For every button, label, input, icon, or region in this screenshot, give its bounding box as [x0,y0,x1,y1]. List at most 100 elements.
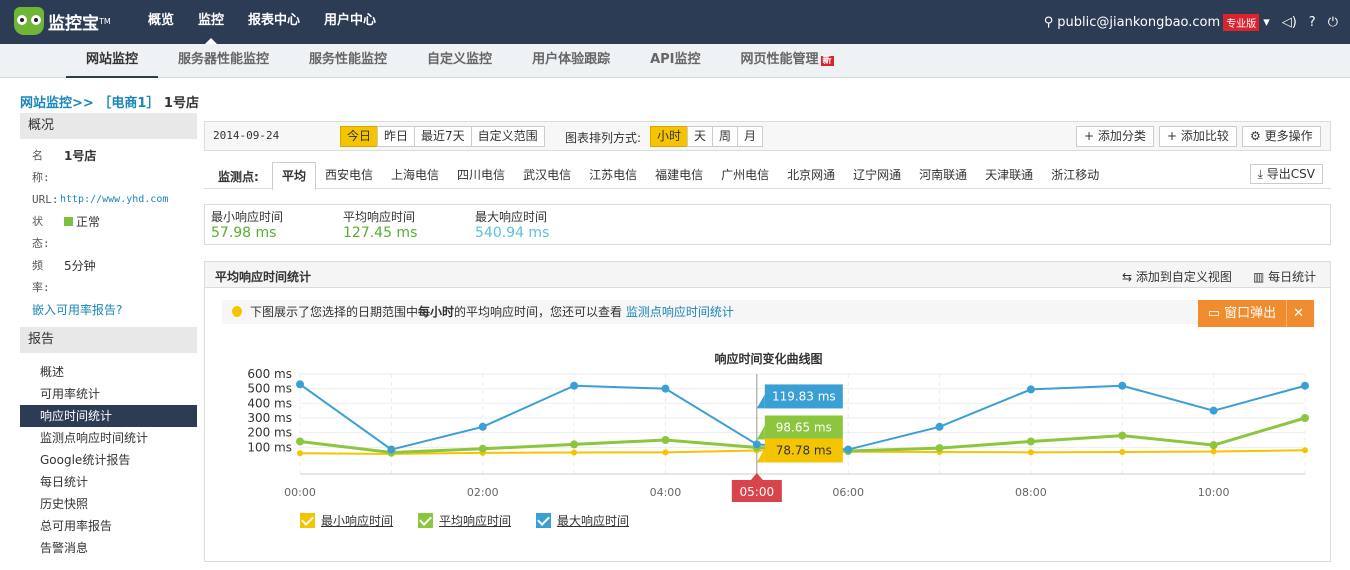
nav-overview[interactable]: 概览 [136,0,186,44]
nav-monitor[interactable]: 监控 [186,0,236,44]
probe-tab-3[interactable]: 四川电信 [448,162,514,191]
sound-icon[interactable]: ◁) [1282,15,1297,30]
probe-tab-6[interactable]: 福建电信 [646,162,712,191]
subnav-webperf-label: 网页性能管理 [740,52,819,67]
logo[interactable]: 监控宝 TM [14,6,111,36]
probe-tab-9[interactable]: 辽宁网通 [844,162,910,191]
sort-day[interactable]: 天 [687,126,714,147]
sort-week[interactable]: 周 [712,126,739,147]
more-actions-button[interactable]: ⚙ 更多操作 [1242,126,1321,147]
hover-tooltip: 98.65 ms [756,415,843,440]
freq-value: 5分钟 [64,259,96,273]
data-point[interactable] [1210,448,1217,455]
range-today[interactable]: 今日 [340,126,379,147]
data-point[interactable] [571,449,578,456]
range-custom[interactable]: 自定义范围 [470,126,545,147]
subnav-webperf[interactable]: 网页性能管理新 [721,44,854,78]
probe-tab-7[interactable]: 广州电信 [712,162,778,191]
menu-snapshot[interactable]: 历史快照 [20,493,197,515]
probe-tab-0[interactable]: 平均 [272,162,317,191]
status-value: 正常 [64,211,100,255]
data-point[interactable] [478,444,487,453]
subnav-website[interactable]: 网站监控 [66,44,159,78]
range-7days[interactable]: 最近7天 [414,126,472,147]
probe-tab-8[interactable]: 北京网通 [778,162,844,191]
data-point[interactable] [935,444,944,453]
data-point[interactable] [1209,406,1218,415]
menu-response-time[interactable]: 响应时间统计 [20,405,197,427]
menu-google[interactable]: Google统计报告 [20,449,197,471]
power-icon[interactable]: ⏻ [1328,15,1338,30]
freq-label: 频率: [32,259,50,294]
subnav-service[interactable]: 服务性能监控 [289,44,407,78]
menu-availability[interactable]: 可用率统计 [20,383,197,405]
subnav-api[interactable]: API监控 [630,44,720,78]
data-point[interactable] [1027,449,1034,456]
subnav-ux[interactable]: 用户体验跟踪 [512,44,630,78]
probe-tab-10[interactable]: 河南联通 [910,162,976,191]
sort-month[interactable]: 月 [737,126,764,147]
sort-buttons: 小时 天 周 月 [650,126,764,147]
data-point[interactable] [1302,447,1308,454]
data-point[interactable] [1119,449,1126,456]
data-point[interactable] [661,436,670,444]
legend-item-0[interactable]: 最小响应时间 [300,512,393,529]
add-category-button[interactable]: + 添加分类 [1076,126,1154,147]
nav-reports[interactable]: 报表中心 [236,0,312,44]
data-point[interactable] [752,440,761,449]
data-point[interactable] [935,422,944,431]
data-point[interactable] [570,381,579,390]
probe-tab-5[interactable]: 江苏电信 [580,162,646,191]
data-point[interactable] [296,380,304,389]
data-point[interactable] [1118,381,1127,390]
menu-daily[interactable]: 每日统计 [20,471,197,493]
range-yesterday[interactable]: 昨日 [377,126,416,147]
menu-summary[interactable]: 概述 [20,361,197,383]
date-display[interactable]: 2014-09-24 [213,129,279,142]
menu-alerts[interactable]: 告警消息 [20,537,197,559]
legend-item-2[interactable]: 最大响应时间 [536,512,629,529]
data-point[interactable] [478,422,487,431]
report-heading: 报告 [20,327,197,353]
data-point[interactable] [387,445,396,454]
data-point[interactable] [844,445,853,454]
breadcrumb-group[interactable]: ［电商1］ [98,96,159,111]
legend-item-1[interactable]: 平均响应时间 [418,512,511,529]
dropdown-icon[interactable]: ▾ [1263,15,1270,30]
data-point[interactable] [1209,441,1218,450]
user-email[interactable]: public@jiankongbao.com [1057,15,1220,30]
embed-report-link[interactable]: 嵌入可用率报告? [32,299,185,321]
menu-probe-response[interactable]: 监测点响应时间统计 [20,427,197,449]
subnav-server[interactable]: 服务器性能监控 [158,44,289,78]
data-point[interactable] [1026,385,1035,394]
export-csv-button[interactable]: ⤓ 导出CSV [1249,164,1323,184]
data-point[interactable] [661,384,670,393]
add-compare-label: 添加比较 [1180,129,1229,143]
data-point[interactable] [1301,414,1309,422]
sort-hour[interactable]: 小时 [650,126,689,147]
checkbox-icon[interactable] [300,513,315,528]
checkbox-icon[interactable] [418,513,433,528]
menu-total-availability[interactable]: 总可用率报告 [20,515,197,537]
response-time-chart[interactable]: 100 ms200 ms300 ms400 ms500 ms600 ms 00:0… [205,262,1330,532]
data-point[interactable] [662,449,669,456]
data-point[interactable] [297,450,303,457]
nav-user-center[interactable]: 用户中心 [312,0,388,44]
probe-tab-11[interactable]: 天津联通 [976,162,1042,191]
breadcrumb-root[interactable]: 网站监控>> [20,96,94,111]
probe-tab-2[interactable]: 上海电信 [382,162,448,191]
data-point[interactable] [1026,437,1035,446]
data-point[interactable] [570,440,579,449]
probe-tab-1[interactable]: 西安电信 [316,162,382,191]
site-url[interactable]: http://www.yhd.com [60,189,168,211]
probe-tab-12[interactable]: 浙江移动 [1042,162,1108,191]
data-point[interactable] [296,437,304,446]
data-point[interactable] [1118,431,1127,440]
add-compare-button[interactable]: + 添加比较 [1159,126,1237,147]
crosshair-x-text: 05:00 [740,485,775,499]
help-icon[interactable]: ? [1309,15,1316,30]
checkbox-icon[interactable] [536,513,551,528]
subnav-custom[interactable]: 自定义监控 [407,44,512,78]
probe-tab-4[interactable]: 武汉电信 [514,162,580,191]
data-point[interactable] [1301,381,1309,390]
